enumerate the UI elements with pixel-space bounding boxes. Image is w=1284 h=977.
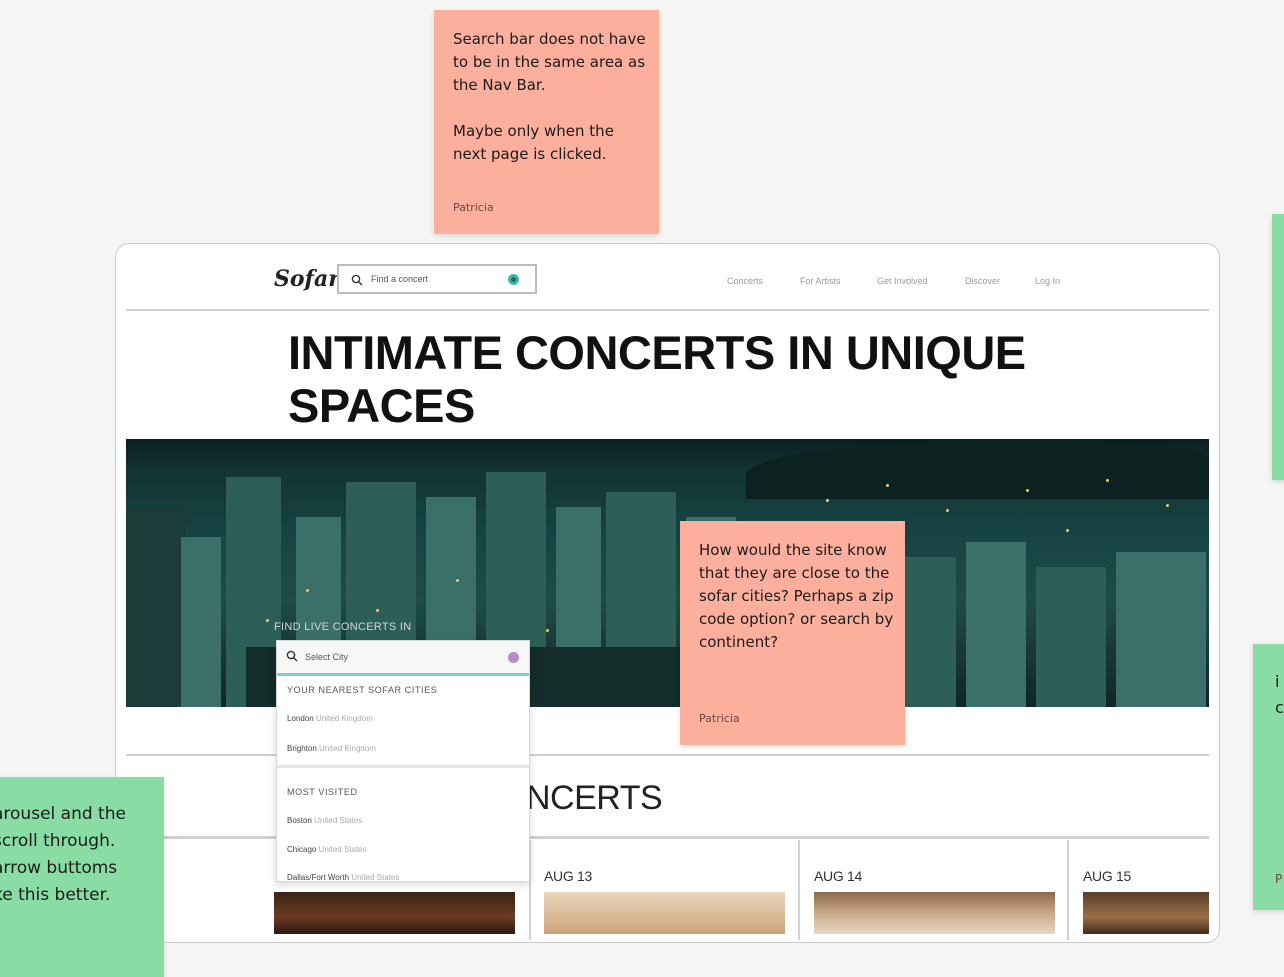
sticky-note-right-top[interactable] — [1272, 214, 1284, 480]
city-country: United States — [318, 845, 367, 854]
hero-find-label: FIND LIVE CONCERTS IN — [274, 621, 412, 633]
site-logo[interactable]: Sofar — [274, 266, 340, 292]
city-country: United States — [314, 816, 363, 825]
sticky-note-right-bottom[interactable]: i c P — [1253, 644, 1284, 910]
city-option[interactable]: London United Kingdom — [287, 714, 373, 723]
city-option[interactable]: Dallas/Fort Worth United States — [287, 873, 400, 882]
sticky-note-text: How would the site know that they are cl… — [699, 541, 894, 651]
nav-link-discover[interactable]: Discover — [965, 276, 1000, 286]
search-icon — [351, 274, 363, 286]
sticky-note-line: c — [1275, 698, 1284, 717]
column-divider — [1067, 840, 1069, 940]
nav-link-log-in[interactable]: Log In — [1035, 276, 1060, 286]
city-search-placeholder: Select City — [305, 652, 349, 662]
sticky-note-line: scroll through. — [0, 831, 116, 851]
city-country: United States — [351, 873, 400, 882]
sticky-note-carousel[interactable]: arousel and the scroll through. arrow bu… — [0, 777, 164, 977]
city-name: Chicago — [287, 845, 317, 854]
search-placeholder: Find a concert — [371, 274, 429, 284]
sticky-note-search-bar[interactable]: Search bar does not have to be in the sa… — [434, 10, 659, 234]
sticky-note-line: ke this better. — [0, 885, 111, 905]
city-name: Dallas/Fort Worth — [287, 873, 350, 882]
city-option[interactable]: Boston United States — [287, 816, 362, 825]
concert-thumbnail[interactable] — [274, 892, 515, 934]
city-name: London — [287, 714, 314, 723]
sticky-note-author: Patricia — [453, 201, 494, 214]
website-mockup-frame: Sofar Find a concert Concerts For Artist… — [115, 243, 1220, 943]
nav-link-concerts[interactable]: Concerts — [727, 276, 763, 286]
city-name: Boston — [287, 816, 312, 825]
concert-date-aug-15: AUG 15 — [1083, 868, 1131, 884]
concert-date-aug-14: AUG 14 — [814, 868, 862, 884]
header-search-input[interactable]: Find a concert — [337, 264, 537, 294]
concerts-heading: NCERTS — [526, 779, 663, 817]
sticky-note-author: P — [1275, 872, 1283, 886]
column-divider — [798, 840, 800, 940]
sticky-note-author: Patricia — [699, 712, 740, 725]
sticky-note-line: arrow buttoms — [0, 858, 118, 878]
city-option[interactable]: Brighton United Kingdom — [287, 744, 376, 753]
concert-thumbnail[interactable] — [544, 892, 785, 934]
search-submit-icon[interactable] — [508, 274, 519, 285]
hero-headline: INTIMATE CONCERTS IN UNIQUE SPACES — [288, 326, 1026, 432]
header-divider — [126, 309, 1209, 311]
most-visited-heading: MOST VISITED — [287, 787, 358, 797]
city-search-input[interactable]: Select City — [277, 641, 529, 676]
sticky-note-line: arousel and the — [0, 804, 126, 824]
city-country: United Kingdom — [315, 714, 373, 723]
search-icon — [286, 650, 298, 662]
sticky-note-text: arousel and the scroll through. arrow bu… — [0, 801, 164, 909]
dropdown-divider — [277, 765, 529, 768]
sticky-note-line: i — [1275, 672, 1280, 691]
city-country: United Kingdom — [319, 744, 376, 753]
city-name: Brighton — [287, 744, 317, 753]
nearest-cities-heading: YOUR NEAREST SOFAR CITIES — [287, 685, 438, 695]
city-search-submit-icon[interactable] — [508, 652, 519, 663]
nav-link-for-artists[interactable]: For Artists — [800, 276, 841, 286]
city-option[interactable]: Chicago United States — [287, 845, 367, 854]
sticky-note-text: Search bar does not have to be in the sa… — [453, 30, 646, 163]
concert-thumbnail[interactable] — [814, 892, 1055, 934]
concert-date-aug-13: AUG 13 — [544, 868, 592, 884]
concert-thumbnail[interactable] — [1083, 892, 1209, 934]
sticky-note-nearest-cities[interactable]: How would the site know that they are cl… — [680, 521, 905, 745]
city-search-dropdown: Select City YOUR NEAREST SOFAR CITIES Lo… — [276, 640, 530, 882]
nav-link-get-involved[interactable]: Get Involved — [877, 276, 928, 286]
